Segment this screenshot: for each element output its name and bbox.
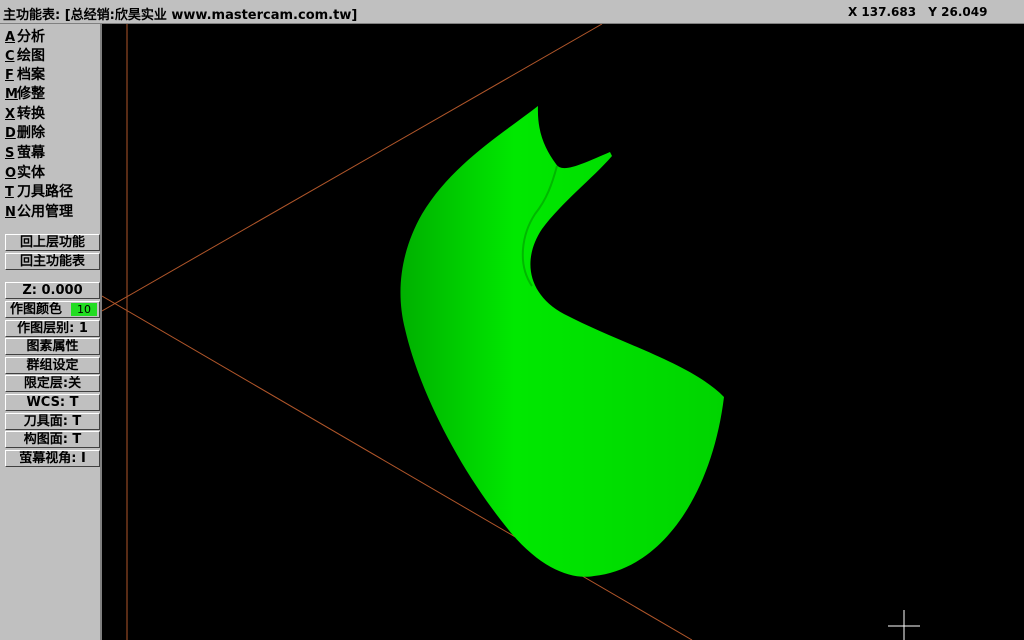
menu-item-label: 转换 — [17, 106, 45, 122]
cplane-button[interactable]: 构图面: T — [5, 431, 100, 448]
menu-hotkey: S — [5, 146, 15, 161]
back-up-button[interactable]: 回上层功能 — [5, 234, 100, 251]
title-bar: 主功能表: [总经销:欣昊实业 www.mastercam.com.tw] X … — [0, 0, 1024, 24]
cursor-x-readout: X 137.683 — [848, 5, 917, 19]
swept-surface — [400, 106, 724, 577]
graphics-viewport[interactable] — [102, 24, 1024, 640]
color-swatch: 10 — [71, 303, 97, 316]
viewport-canvas — [102, 24, 920, 640]
menu-item-modify[interactable]: M修整 — [5, 83, 45, 102]
menu-hotkey: O — [5, 166, 17, 181]
color-button[interactable]: 作图颜色 10 — [5, 301, 100, 318]
main-menu-button[interactable]: 回主功能表 — [5, 253, 100, 270]
level-button[interactable]: 作图层别: 1 — [5, 320, 100, 337]
menu-item-file[interactable]: F 档案 — [5, 64, 45, 83]
tool-plane-button[interactable]: 刀具面: T — [5, 413, 100, 430]
menu-hotkey: N — [5, 205, 16, 220]
menu-hotkey: F — [5, 68, 14, 83]
menu-item-label: 绘图 — [17, 48, 45, 64]
mask-button[interactable]: 限定层:关 — [5, 375, 100, 392]
main-menu-panel: A 分析 C 绘图 F 档案 M修整 X 转换 D删除 S 萤幕 O实体 T 刀具路径 N公… — [0, 24, 102, 640]
menu-hotkey: A — [5, 30, 16, 45]
cursor-y-readout: Y 26.049 — [928, 5, 988, 19]
menu-item-xform[interactable]: X 转换 — [5, 103, 45, 122]
z-depth-button[interactable]: Z: 0.000 — [5, 282, 100, 299]
wcs-button[interactable]: WCS: T — [5, 394, 100, 411]
menu-item-label: 修整 — [17, 86, 45, 102]
groups-button[interactable]: 群组设定 — [5, 357, 100, 374]
menu-item-label: 分析 — [17, 29, 45, 45]
color-label: 作图颜色 — [10, 302, 63, 317]
menu-item-screen[interactable]: S 萤幕 — [5, 142, 45, 161]
menu-hotkey: D — [5, 126, 16, 141]
menu-hotkey: C — [5, 49, 15, 64]
cursor-coordinates: X 137.683 Y 26.049 — [848, 5, 995, 19]
menu-item-delete[interactable]: D删除 — [5, 122, 45, 141]
menu-item-toolpaths[interactable]: T 刀具路径 — [5, 181, 73, 200]
menu-item-create[interactable]: C 绘图 — [5, 45, 45, 64]
menu-hotkey: M — [5, 87, 18, 102]
menu-item-label: 实体 — [17, 165, 45, 181]
menu-item-label: 删除 — [17, 125, 45, 141]
menu-item-label: 刀具路径 — [17, 184, 73, 200]
menu-item-label: 萤幕 — [17, 145, 45, 161]
menu-item-label: 档案 — [17, 67, 45, 83]
gview-button[interactable]: 萤幕视角: I — [5, 450, 100, 467]
menu-item-nc-utils[interactable]: N公用管理 — [5, 201, 73, 220]
menu-item-solids[interactable]: O实体 — [5, 162, 45, 181]
menu-hotkey: X — [5, 107, 16, 122]
menu-item-label: 公用管理 — [17, 204, 73, 220]
menu-item-analyze[interactable]: A 分析 — [5, 26, 45, 45]
menu-title: 主功能表: [总经销:欣昊实业 www.mastercam.com.tw] — [3, 8, 358, 23]
menu-hotkey: T — [5, 185, 14, 200]
attributes-button[interactable]: 图素属性 — [5, 338, 100, 355]
